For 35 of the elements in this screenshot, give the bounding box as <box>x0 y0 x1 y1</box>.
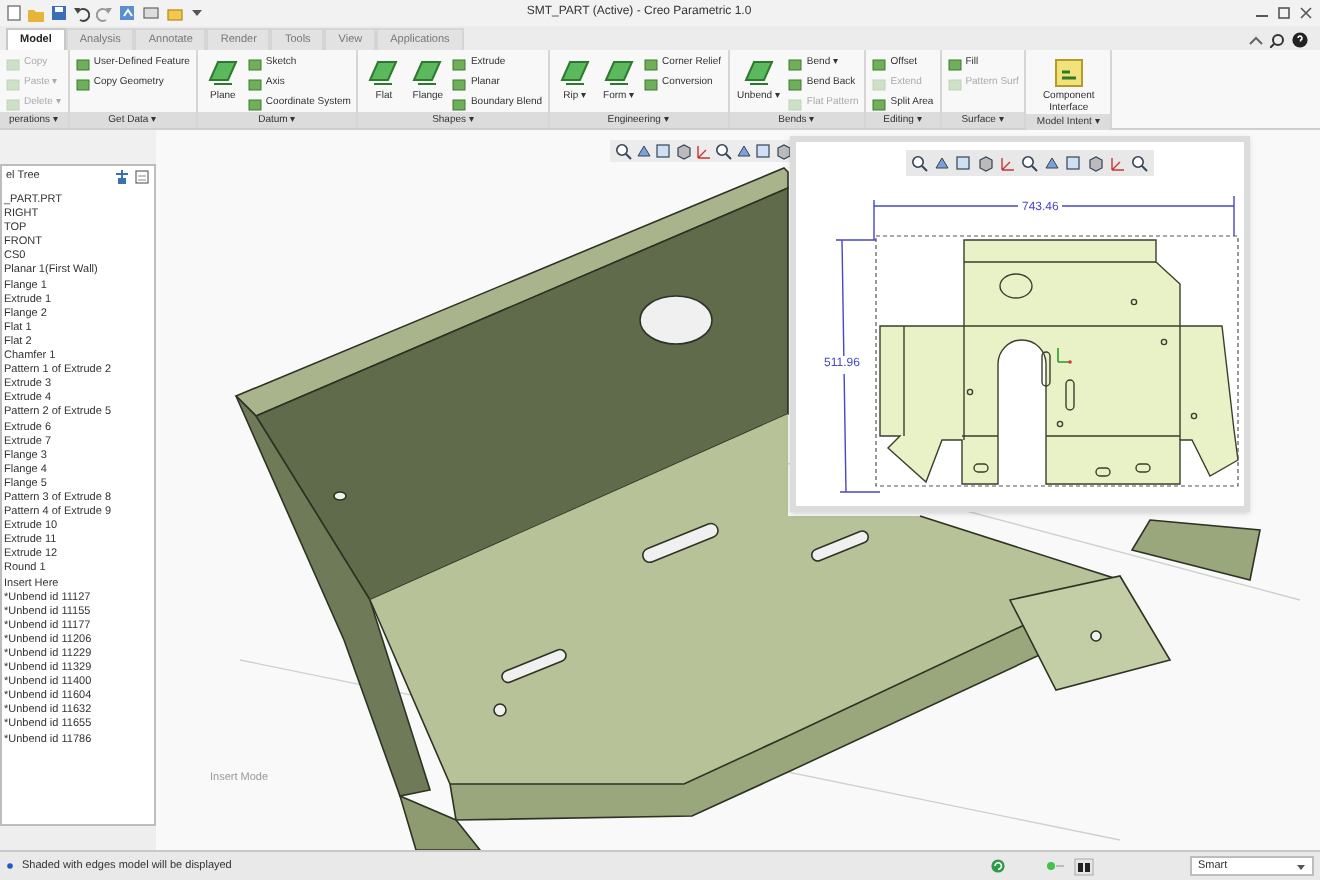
axes-icon <box>1057 347 1072 364</box>
undo-icon[interactable] <box>74 4 90 22</box>
bullet-icon <box>6 860 14 872</box>
axes-icon[interactable] <box>998 153 1018 173</box>
view-icon[interactable] <box>734 142 752 160</box>
refresh-icon[interactable] <box>990 858 1006 874</box>
view-icon[interactable] <box>634 142 652 160</box>
caret-icon <box>1296 861 1306 871</box>
square-icon[interactable] <box>1064 153 1084 173</box>
zoom-icon[interactable] <box>714 142 732 160</box>
cube-icon[interactable] <box>674 142 692 160</box>
document-icon[interactable] <box>6 4 22 22</box>
list-icon[interactable] <box>134 167 150 185</box>
zoom-icon[interactable] <box>1130 153 1150 173</box>
axes-icon[interactable] <box>694 142 712 160</box>
axes-icon[interactable] <box>1108 153 1128 173</box>
close-icon[interactable] <box>1298 4 1314 22</box>
cube-icon[interactable] <box>774 142 792 160</box>
search-icon[interactable] <box>1270 32 1286 48</box>
view-icon[interactable] <box>1042 153 1062 173</box>
save-icon[interactable] <box>50 4 68 22</box>
maximize-icon[interactable] <box>1276 4 1292 22</box>
view-icon[interactable] <box>932 153 952 173</box>
zoom-icon[interactable] <box>910 153 930 173</box>
square-icon[interactable] <box>654 142 672 160</box>
zoom-icon[interactable] <box>614 142 632 160</box>
help-icon[interactable] <box>1292 32 1308 48</box>
cube-icon[interactable] <box>1086 153 1106 173</box>
square-icon[interactable] <box>954 153 974 173</box>
zoom-icon[interactable] <box>1020 153 1040 173</box>
status-light-icon <box>1046 858 1066 874</box>
window-icon[interactable] <box>142 4 160 22</box>
collapse-icon[interactable] <box>1248 32 1264 48</box>
cube-icon[interactable] <box>976 153 996 173</box>
square-icon[interactable] <box>754 142 772 160</box>
